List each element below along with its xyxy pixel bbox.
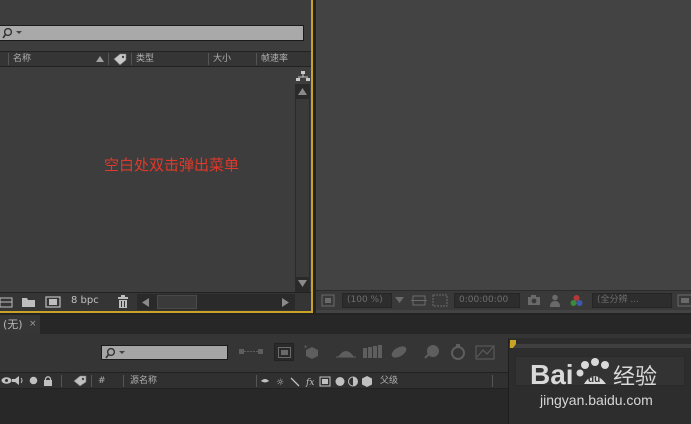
bit-depth-button[interactable]: 8 bpc [71,295,99,306]
timeline-tab-bar [0,315,691,334]
scroll-left-icon[interactable] [142,298,149,307]
always-preview-icon[interactable] [321,294,335,307]
hint-annotation: 空白处双击弹出菜单 [104,156,240,174]
resolution-select[interactable]: (全分辨 ... [592,293,672,308]
column-frame-rate[interactable]: 帧速率 [261,53,288,66]
comp-mini-flowchart-icon[interactable] [238,345,264,359]
brainstorm-icon[interactable] [421,344,443,360]
safe-margins-icon[interactable] [411,294,427,307]
project-scrollbar[interactable] [295,84,310,292]
sort-ascending-icon[interactable] [95,55,105,63]
trash-icon[interactable] [117,295,129,309]
svg-text:*: * [304,344,308,352]
timeline-column-header: # 源名称 ☼ fx 父级 [0,372,508,389]
close-icon[interactable]: × [29,315,37,334]
column-number[interactable]: # [98,375,106,388]
column-type[interactable]: 类型 [136,53,154,66]
project-search-input[interactable] [0,25,304,41]
layer-switches-icon[interactable]: ☼ fx [259,375,377,388]
project-footer: 8 bpc [0,292,311,311]
motion-blur-icon[interactable] [388,344,410,360]
composition-viewer[interactable] [316,0,691,313]
current-time-display[interactable]: 0:00:00:00 [454,293,520,308]
search-icon [2,27,22,39]
transparency-grid-icon[interactable] [432,294,448,307]
column-parent[interactable]: 父级 [380,375,398,388]
flowchart-icon[interactable] [296,70,310,83]
interpret-footage-icon[interactable] [0,296,14,309]
tab-label: (无) [3,318,23,331]
column-name[interactable]: 名称 [13,53,31,66]
chevron-down-icon[interactable] [395,297,404,303]
lock-icon[interactable] [43,375,53,387]
zoom-select[interactable]: (100 %) [342,293,392,308]
svg-text:经验: 经验 [613,365,657,390]
color-channels-icon[interactable] [569,294,584,307]
graph-editor-icon[interactable] [475,345,495,360]
auto-keyframe-icon[interactable] [449,343,467,361]
speaker-icon[interactable] [12,375,24,386]
svg-text:fx: fx [305,378,314,388]
cube-sparkle-icon[interactable]: * [303,344,321,360]
horizontal-scrollbar[interactable] [137,294,295,310]
draft-3d-icon [278,347,291,358]
svg-text:☼: ☼ [276,378,284,388]
live-update-button[interactable] [274,343,294,361]
camera-icon[interactable] [527,294,541,307]
watermark-url: jingyan.baidu.com [540,392,653,408]
eye-icon[interactable] [1,376,12,385]
svg-text:du: du [588,374,600,385]
project-column-header: 名称 类型 大小 帧速率 [0,51,311,67]
scroll-thumb[interactable] [157,295,197,309]
svg-text:Bai: Bai [530,359,574,390]
hide-shy-layers-icon[interactable] [336,345,356,359]
person-icon[interactable] [549,294,561,307]
frame-blending-icon[interactable] [361,344,383,360]
work-area-start-icon[interactable] [510,340,518,350]
viewer-toolbar: (100 %) 0:00:00:00 (全分辨 ... [316,290,691,310]
solo-icon[interactable] [29,376,38,385]
folder-icon[interactable] [21,296,36,308]
label-tag-icon[interactable] [72,375,88,387]
scroll-up-icon[interactable] [298,88,307,95]
search-icon [105,347,125,359]
label-tag-icon[interactable] [112,53,128,66]
tab-timeline-none[interactable]: (无) × [0,315,40,334]
scroll-down-icon[interactable] [298,280,307,287]
column-size[interactable]: 大小 [213,53,231,66]
timeline-layer-area[interactable] [0,389,508,424]
region-of-interest-icon[interactable] [677,294,691,307]
column-source-name[interactable]: 源名称 [130,375,157,388]
timeline-search-input[interactable] [101,345,228,360]
scroll-right-icon[interactable] [282,298,289,307]
new-composition-icon[interactable] [45,296,61,308]
